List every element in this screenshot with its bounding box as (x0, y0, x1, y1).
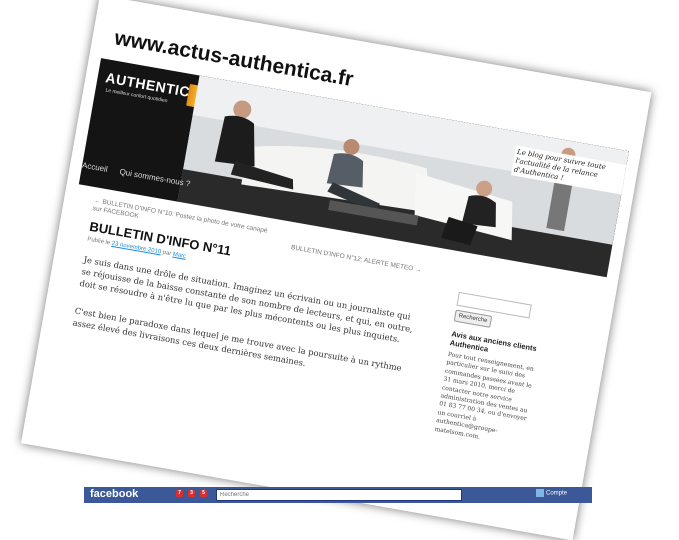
search-button[interactable]: Recherche (453, 309, 493, 328)
friend-requests-icon[interactable]: 7 (176, 490, 183, 497)
facebook-logo[interactable]: facebook (90, 488, 138, 500)
facebook-bar: facebook 7 3 5 Compte (84, 487, 592, 503)
next-post-link[interactable]: BULLETIN D'INFO N°12: ALERTE METEO → (290, 244, 422, 274)
account-menu[interactable]: Compte (536, 489, 584, 501)
messages-icon[interactable]: 3 (188, 490, 195, 497)
meta-prefix: Publié le (86, 236, 111, 247)
facebook-search-input[interactable] (216, 489, 462, 501)
account-label: Compte (546, 490, 568, 497)
blog-page: www.actus-authentica.fr AUTHENTICA Le me… (20, 0, 652, 540)
avatar (536, 489, 544, 497)
post-author-link[interactable]: Marc (172, 252, 186, 260)
authentica-logo: AUTHENTICA Le meilleur confort quotidien (101, 69, 202, 121)
meta-by: par (162, 249, 172, 258)
widget-text: Pour tout renseignement, en particulier … (434, 350, 535, 441)
notifications-icon[interactable]: 5 (200, 490, 207, 497)
